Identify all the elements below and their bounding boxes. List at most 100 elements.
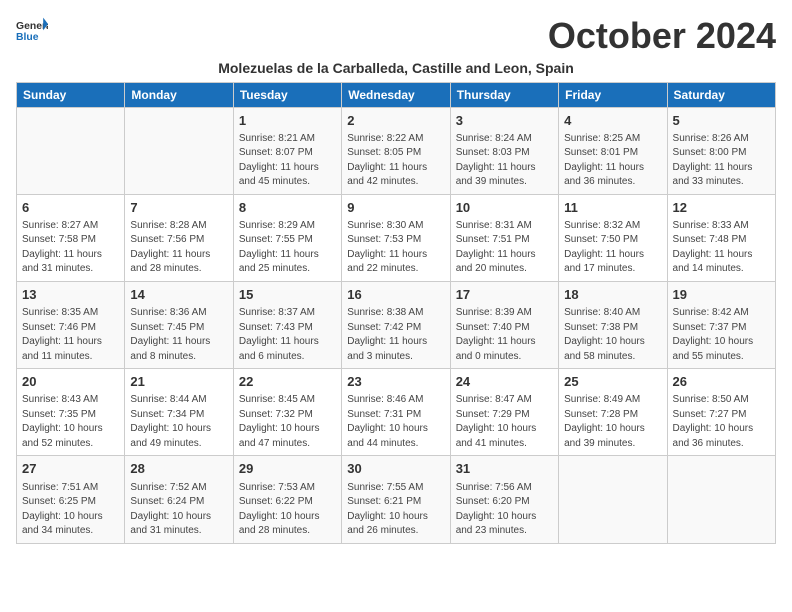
day-number: 3 [456,112,553,130]
day-info: Sunrise: 8:28 AM Sunset: 7:56 PM Dayligh… [130,219,227,277]
day-number: 18 [564,286,661,304]
day-number: 16 [347,286,444,304]
calendar-cell: 6 Sunrise: 8:27 AM Sunset: 7:58 PM Daylig… [17,194,125,281]
day-info: Sunrise: 8:22 AM Sunset: 8:05 PM Dayligh… [347,132,444,190]
day-number: 31 [456,460,553,478]
day-info: Sunrise: 8:43 AM Sunset: 7:35 PM Dayligh… [22,393,119,451]
day-number: 11 [564,199,661,217]
day-info: Sunrise: 8:37 AM Sunset: 7:43 PM Dayligh… [239,306,336,364]
day-info: Sunrise: 8:47 AM Sunset: 7:29 PM Dayligh… [456,393,553,451]
calendar-cell: 27Sunrise: 7:51 AM Sunset: 6:25 PM Dayli… [17,456,125,543]
day-info: Sunrise: 8:40 AM Sunset: 7:38 PM Dayligh… [564,306,661,364]
calendar-body: 1Sunrise: 8:21 AM Sunset: 8:07 PM Daylig… [17,107,776,543]
calendar-cell: 10 Sunrise: 8:31 AM Sunset: 7:51 PM Dayli… [450,194,558,281]
header-cell-thursday: Thursday [450,82,558,107]
calendar-cell: 29 Sunrise: 7:53 AM Sunset: 6:22 PM Dayli… [233,456,341,543]
calendar-week-row: 13 Sunrise: 8:35 AM Sunset: 7:46 PM Dayli… [17,281,776,368]
header: General Blue October 2024 [16,16,776,56]
calendar-cell [17,107,125,194]
calendar-cell: 30Sunrise: 7:55 AM Sunset: 6:21 PM Dayli… [342,456,450,543]
calendar-cell: 5Sunrise: 8:26 AM Sunset: 8:00 PM Daylig… [667,107,775,194]
calendar-cell: 1Sunrise: 8:21 AM Sunset: 8:07 PM Daylig… [233,107,341,194]
day-number: 29 [239,460,336,478]
logo-icon: General Blue [16,16,48,44]
calendar-table: SundayMondayTuesdayWednesdayThursdayFrid… [16,82,776,544]
day-info: Sunrise: 8:45 AM Sunset: 7:32 PM Dayligh… [239,393,336,451]
day-number: 21 [130,373,227,391]
day-info: Sunrise: 8:35 AM Sunset: 7:46 PM Dayligh… [22,306,119,364]
day-number: 12 [673,199,770,217]
calendar-cell: 28 Sunrise: 7:52 AM Sunset: 6:24 PM Dayli… [125,456,233,543]
day-info: Sunrise: 8:49 AM Sunset: 7:28 PM Dayligh… [564,393,661,451]
day-info: Sunrise: 8:21 AM Sunset: 8:07 PM Dayligh… [239,132,336,190]
day-number: 10 [456,199,553,217]
header-cell-tuesday: Tuesday [233,82,341,107]
day-number: 20 [22,373,119,391]
day-info: Sunrise: 8:31 AM Sunset: 7:51 PM Dayligh… [456,219,553,277]
calendar-week-row: 1Sunrise: 8:21 AM Sunset: 8:07 PM Daylig… [17,107,776,194]
day-number: 4 [564,112,661,130]
day-number: 9 [347,199,444,217]
calendar-week-row: 20 Sunrise: 8:43 AM Sunset: 7:35 PM Dayli… [17,369,776,456]
day-number: 24 [456,373,553,391]
month-title: October 2024 [548,16,776,56]
calendar-cell: 25 Sunrise: 8:49 AM Sunset: 7:28 PM Dayli… [559,369,667,456]
day-info: Sunrise: 8:39 AM Sunset: 7:40 PM Dayligh… [456,306,553,364]
day-number: 17 [456,286,553,304]
day-number: 22 [239,373,336,391]
calendar-header-row: SundayMondayTuesdayWednesdayThursdayFrid… [17,82,776,107]
calendar-cell [125,107,233,194]
calendar-cell: 2 Sunrise: 8:22 AM Sunset: 8:05 PM Daylig… [342,107,450,194]
calendar-cell: 19Sunrise: 8:42 AM Sunset: 7:37 PM Dayli… [667,281,775,368]
day-number: 27 [22,460,119,478]
header-cell-sunday: Sunday [17,82,125,107]
calendar-cell: 9 Sunrise: 8:30 AM Sunset: 7:53 PM Daylig… [342,194,450,281]
calendar-cell: 14 Sunrise: 8:36 AM Sunset: 7:45 PM Dayli… [125,281,233,368]
calendar-week-row: 27Sunrise: 7:51 AM Sunset: 6:25 PM Dayli… [17,456,776,543]
svg-text:Blue: Blue [16,32,39,43]
calendar-cell: 3 Sunrise: 8:24 AM Sunset: 8:03 PM Daylig… [450,107,558,194]
day-info: Sunrise: 8:24 AM Sunset: 8:03 PM Dayligh… [456,132,553,190]
day-number: 6 [22,199,119,217]
day-number: 19 [673,286,770,304]
day-info: Sunrise: 8:44 AM Sunset: 7:34 PM Dayligh… [130,393,227,451]
day-info: Sunrise: 7:52 AM Sunset: 6:24 PM Dayligh… [130,481,227,539]
day-info: Sunrise: 7:53 AM Sunset: 6:22 PM Dayligh… [239,481,336,539]
day-number: 7 [130,199,227,217]
day-info: Sunrise: 8:30 AM Sunset: 7:53 PM Dayligh… [347,219,444,277]
day-number: 25 [564,373,661,391]
calendar-cell: 17 Sunrise: 8:39 AM Sunset: 7:40 PM Dayli… [450,281,558,368]
calendar-cell: 4 Sunrise: 8:25 AM Sunset: 8:01 PM Daylig… [559,107,667,194]
title-area: October 2024 [548,16,776,56]
day-number: 14 [130,286,227,304]
day-number: 13 [22,286,119,304]
day-info: Sunrise: 8:27 AM Sunset: 7:58 PM Dayligh… [22,219,119,277]
day-number: 30 [347,460,444,478]
calendar-cell: 7 Sunrise: 8:28 AM Sunset: 7:56 PM Daylig… [125,194,233,281]
day-number: 8 [239,199,336,217]
calendar-cell: 13 Sunrise: 8:35 AM Sunset: 7:46 PM Dayli… [17,281,125,368]
day-number: 26 [673,373,770,391]
day-number: 28 [130,460,227,478]
day-number: 5 [673,112,770,130]
calendar-cell: 23Sunrise: 8:46 AM Sunset: 7:31 PM Dayli… [342,369,450,456]
header-cell-monday: Monday [125,82,233,107]
calendar-cell: 15Sunrise: 8:37 AM Sunset: 7:43 PM Dayli… [233,281,341,368]
calendar-cell: 21 Sunrise: 8:44 AM Sunset: 7:34 PM Dayli… [125,369,233,456]
calendar-cell: 20 Sunrise: 8:43 AM Sunset: 7:35 PM Dayli… [17,369,125,456]
day-number: 2 [347,112,444,130]
day-number: 23 [347,373,444,391]
day-info: Sunrise: 8:33 AM Sunset: 7:48 PM Dayligh… [673,219,770,277]
calendar-cell [667,456,775,543]
day-info: Sunrise: 8:38 AM Sunset: 7:42 PM Dayligh… [347,306,444,364]
header-cell-friday: Friday [559,82,667,107]
day-info: Sunrise: 8:36 AM Sunset: 7:45 PM Dayligh… [130,306,227,364]
day-info: Sunrise: 7:56 AM Sunset: 6:20 PM Dayligh… [456,481,553,539]
header-cell-saturday: Saturday [667,82,775,107]
calendar-cell: 11Sunrise: 8:32 AM Sunset: 7:50 PM Dayli… [559,194,667,281]
calendar-cell: 8 Sunrise: 8:29 AM Sunset: 7:55 PM Daylig… [233,194,341,281]
calendar-cell: 31 Sunrise: 7:56 AM Sunset: 6:20 PM Dayli… [450,456,558,543]
day-info: Sunrise: 8:25 AM Sunset: 8:01 PM Dayligh… [564,132,661,190]
day-info: Sunrise: 8:29 AM Sunset: 7:55 PM Dayligh… [239,219,336,277]
calendar-cell: 16 Sunrise: 8:38 AM Sunset: 7:42 PM Dayli… [342,281,450,368]
